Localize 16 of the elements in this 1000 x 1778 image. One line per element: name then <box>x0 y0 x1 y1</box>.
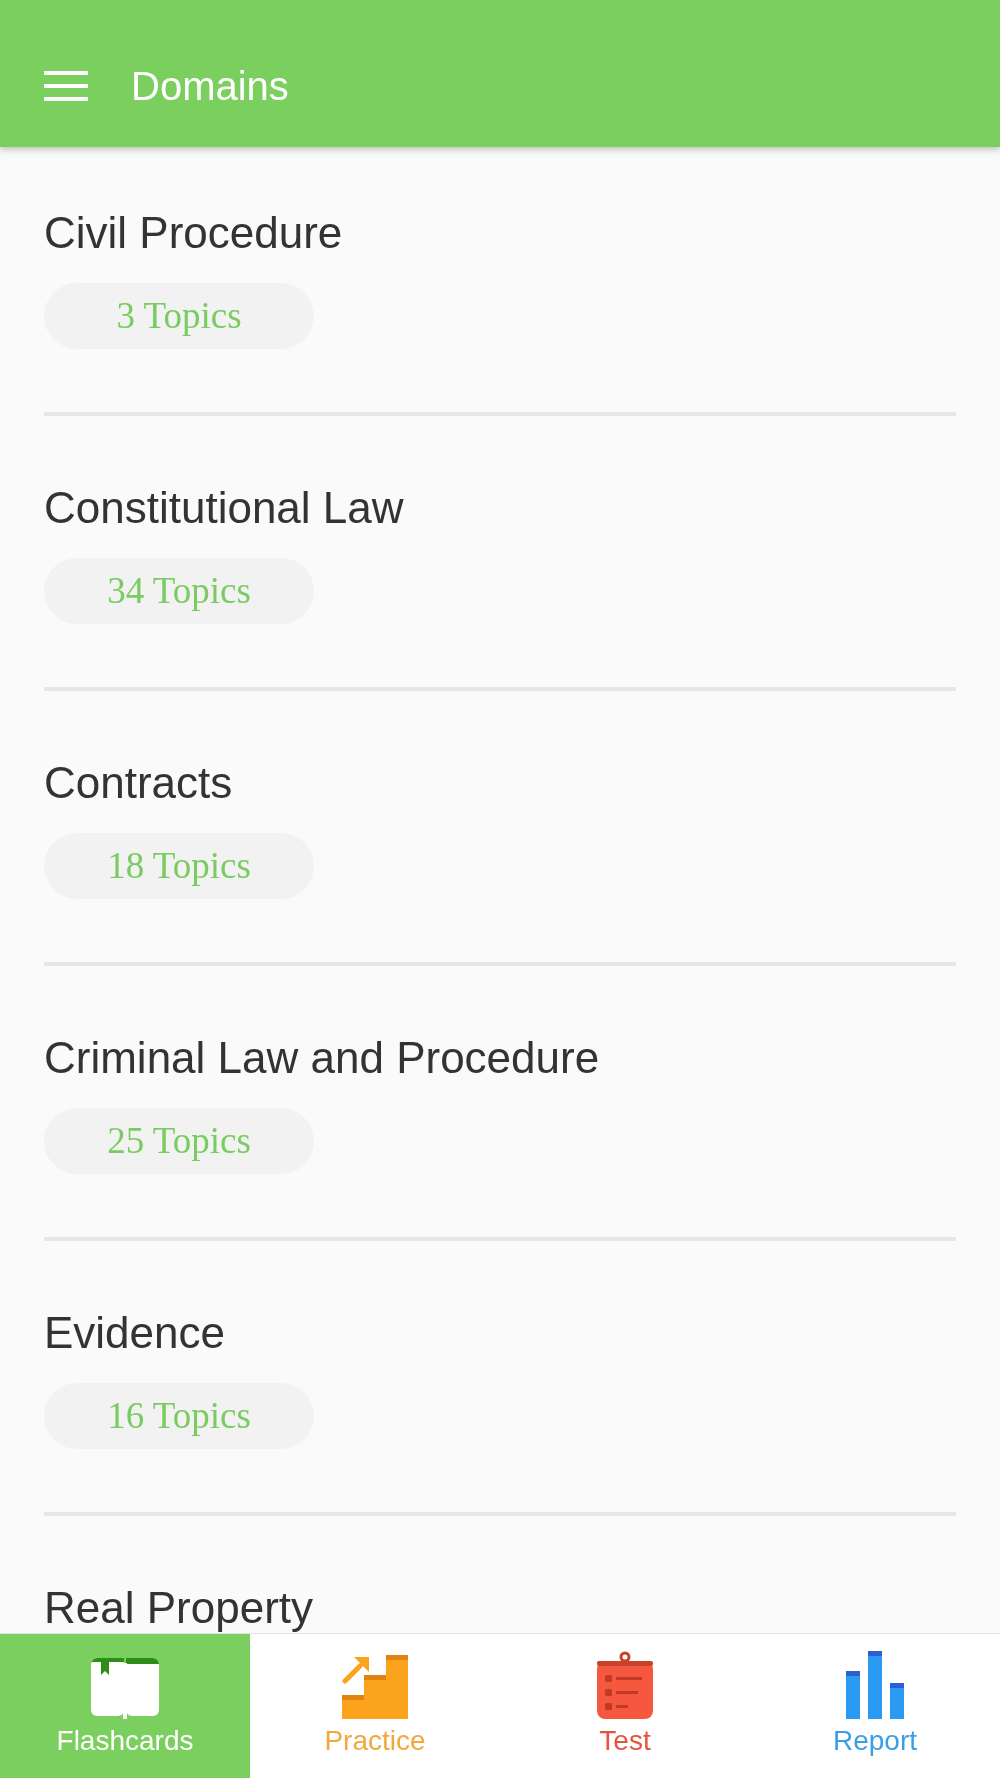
domain-title[interactable]: Evidence <box>44 1308 956 1358</box>
domain-title[interactable]: Civil Procedure <box>44 208 956 258</box>
topic-count-badge: 16 Topics <box>44 1383 314 1449</box>
topic-count-badge: 18 Topics <box>44 833 314 899</box>
domain-title[interactable]: Contracts <box>44 758 956 808</box>
clipboard-list-icon <box>597 1651 653 1719</box>
bar-chart-icon <box>846 1651 904 1719</box>
open-book-icon <box>90 1657 160 1719</box>
menu-icon[interactable] <box>44 70 88 101</box>
screen-title: Domains <box>131 62 289 109</box>
topic-count-badge: 3 Topics <box>44 283 314 349</box>
domain-title[interactable]: Constitutional Law <box>44 483 956 533</box>
domain-title[interactable]: Criminal Law and Procedure <box>44 1033 956 1083</box>
topic-count-badge: 34 Topics <box>44 558 314 624</box>
topic-count-badge: 25 Topics <box>44 1108 314 1174</box>
domain-title[interactable]: Real Property <box>44 1583 956 1633</box>
